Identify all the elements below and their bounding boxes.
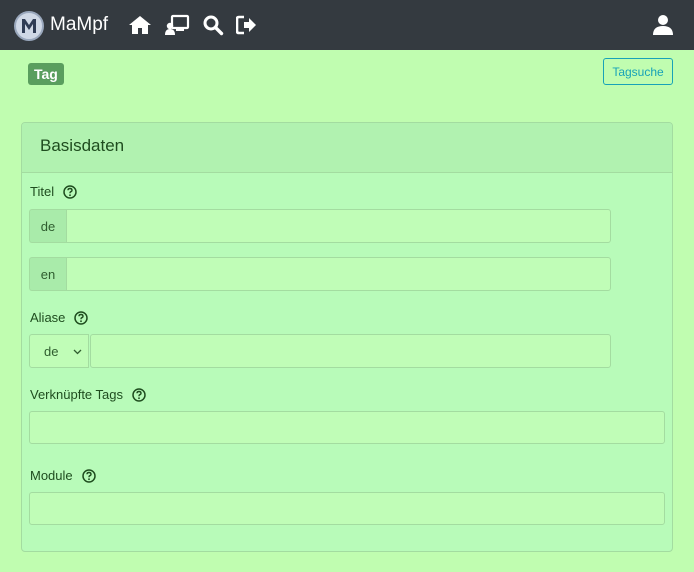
mampf-logo[interactable] (14, 11, 44, 41)
linked-tags-label: Verknüpfte Tags (30, 387, 123, 402)
logo-mark-icon (22, 19, 36, 33)
aliase-input[interactable] (90, 334, 611, 368)
lecture-icon[interactable] (164, 14, 190, 36)
card-title: Basisdaten (22, 123, 672, 173)
lang-prefix-de: de (29, 209, 66, 243)
tag-search-button[interactable]: Tagsuche (603, 58, 673, 85)
help-icon[interactable] (74, 310, 89, 325)
module-input[interactable] (29, 492, 665, 525)
chevron-down-icon (73, 349, 82, 355)
search-icon[interactable] (202, 14, 226, 36)
aliase-select-value: de (44, 343, 59, 359)
titel-de-input[interactable] (66, 209, 611, 243)
tag-badge: Tag (28, 63, 64, 85)
brand-name[interactable]: MaMpf (50, 14, 108, 36)
help-icon[interactable] (132, 387, 146, 402)
home-icon[interactable] (128, 14, 152, 36)
aliase-language-select[interactable]: de (29, 334, 89, 368)
help-icon[interactable] (63, 184, 77, 199)
aliase-label: Aliase (30, 310, 66, 325)
titel-label: Titel (30, 184, 55, 199)
aliase-group: de (29, 334, 611, 368)
navbar: MaMpf (0, 0, 694, 50)
aliase-label-row: Aliase (30, 310, 89, 325)
titel-label-row: Titel (30, 184, 77, 199)
linked-tags-label-row: Verknüpfte Tags (30, 387, 146, 402)
lang-prefix-en: en (29, 257, 66, 291)
user-icon[interactable] (652, 14, 674, 36)
basisdaten-card: Basisdaten Titel de en Aliase de Verknüp… (21, 122, 673, 552)
module-label-row: Module (30, 468, 96, 483)
linked-tags-input[interactable] (29, 411, 665, 444)
titel-en-input[interactable] (66, 257, 611, 291)
logout-icon[interactable] (235, 14, 260, 36)
help-icon[interactable] (81, 468, 96, 483)
module-label: Module (30, 468, 73, 483)
titel-en-group: en (29, 257, 611, 291)
titel-de-group: de (29, 209, 611, 243)
